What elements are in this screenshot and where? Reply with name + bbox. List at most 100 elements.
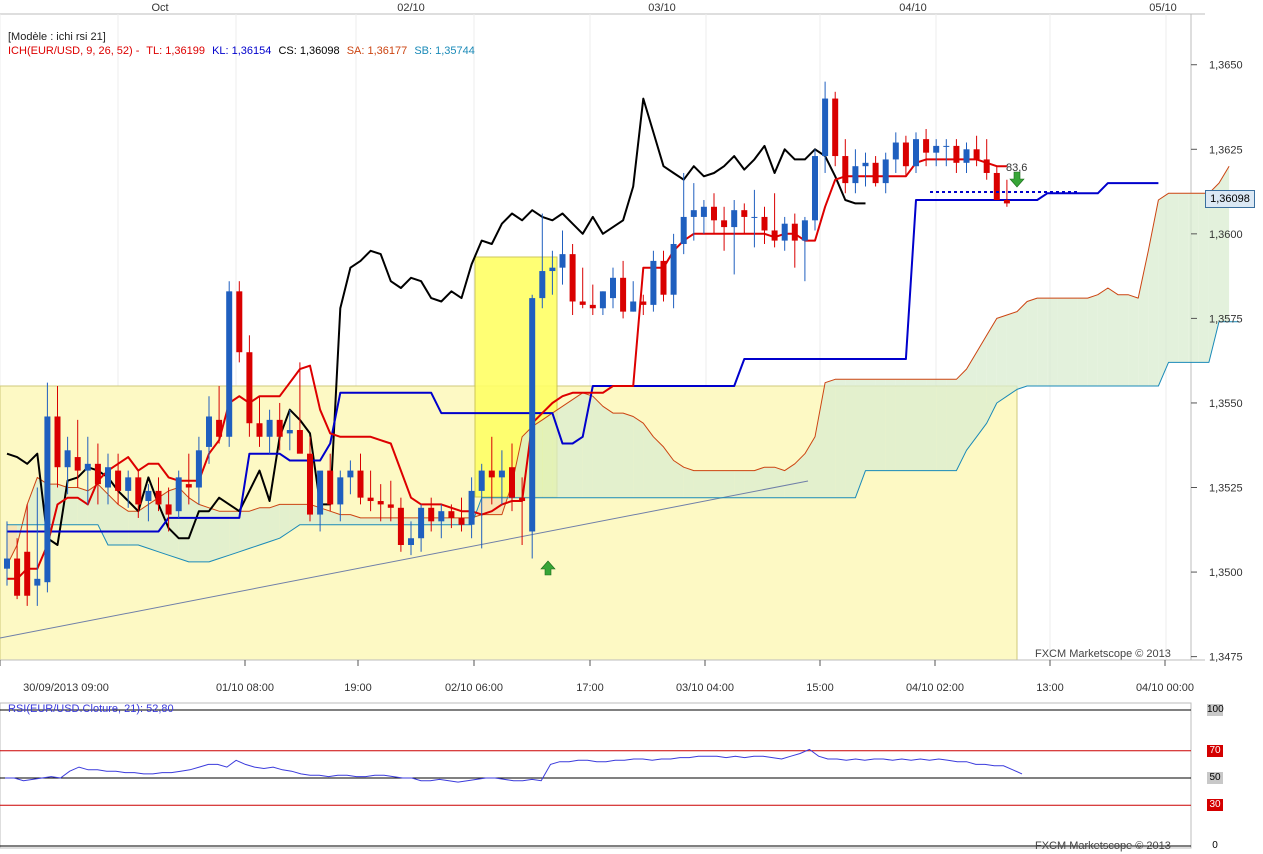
senkou-b-value: SB: 1,35744 <box>414 45 475 57</box>
cloud-segment <box>1168 193 1179 363</box>
time-axis: 30/09/2013 09:00 01/10 08:00 19:00 02/10 06… <box>0 659 1205 694</box>
price-tick-label: 1,3600 <box>1209 229 1243 241</box>
top-axis-label: 03/10 <box>648 2 676 14</box>
watermark-main: FXCM Marketscope © 2013 <box>1035 648 1171 660</box>
cloud-segment <box>774 467 785 498</box>
cloud-segment <box>1087 294 1098 387</box>
candle-body <box>125 477 132 491</box>
cloud-segment <box>623 413 634 498</box>
candle-body <box>822 98 829 157</box>
candle-body <box>791 223 798 241</box>
candle-body <box>832 98 839 157</box>
candle-body <box>539 271 546 299</box>
cloud-segment <box>1097 287 1108 387</box>
tenkan-value: TL: 1,36199 <box>146 45 205 57</box>
candle-body <box>549 267 556 272</box>
cloud-segment <box>259 507 270 546</box>
candle-body <box>953 145 960 163</box>
price-tick-label: 1,3475 <box>1209 652 1243 664</box>
candle-body <box>317 470 324 515</box>
watermark-rsi: FXCM Marketscope © 2013 <box>1035 840 1171 852</box>
candle-body <box>226 291 233 437</box>
candle-body <box>943 145 950 147</box>
candle-body <box>559 254 566 268</box>
candle-body <box>276 419 283 437</box>
candle-body <box>741 210 748 217</box>
cloud-segment <box>744 470 755 498</box>
candle-body <box>933 145 940 153</box>
cloud-segment <box>1047 298 1058 387</box>
cloud-segment <box>188 497 199 562</box>
indicator-name: ICH(EUR/USD, 9, 26, 52) - <box>8 45 140 57</box>
time-tick-label: 30/09/2013 09:00 <box>23 682 109 694</box>
price-tick-label: 1,3525 <box>1209 483 1243 495</box>
candle-body <box>488 470 495 478</box>
rsi-level-label: 100 <box>1207 704 1224 716</box>
price-tick-label: 1,3575 <box>1209 313 1243 325</box>
candle-body <box>448 511 455 518</box>
cloud-segment <box>895 379 906 471</box>
cloud-segment <box>754 467 765 498</box>
chikou-value: CS: 1,36098 <box>278 45 340 57</box>
candle-body <box>327 470 334 505</box>
cloud-segment <box>905 379 916 471</box>
rsi-level-label: 0 <box>1212 840 1218 851</box>
candle-body <box>690 210 697 217</box>
price-tick-label: 1,3650 <box>1209 60 1243 72</box>
candle-body <box>94 463 101 485</box>
candle-body <box>812 156 818 221</box>
candle-body <box>216 419 223 437</box>
candle-body <box>377 501 384 505</box>
price-chart[interactable]: Oct 02/10 03/10 04/10 05/10 1,3650 1,3625 1,36… <box>0 0 1263 854</box>
cloud-segment <box>764 467 775 498</box>
price-tick-label: 1,3500 <box>1209 567 1243 579</box>
candle <box>529 294 536 559</box>
cloud-segment <box>1027 298 1038 387</box>
candle <box>236 281 243 363</box>
candle-body <box>458 517 465 525</box>
cloud-segment <box>380 517 391 525</box>
candle-body <box>1003 200 1010 204</box>
time-tick-label: 04/10 00:00 <box>1136 682 1194 694</box>
cloud-segment <box>714 470 725 498</box>
cloud-segment <box>1208 183 1219 363</box>
cloud-segment <box>875 379 886 471</box>
time-tick-label: 13:00 <box>1036 682 1064 694</box>
cloud-segment <box>724 470 735 498</box>
candle-body <box>680 216 687 244</box>
candle-body <box>387 504 394 508</box>
time-tick-label: 19:00 <box>344 682 372 694</box>
cloud-segment <box>67 487 78 525</box>
cloud-segment <box>1178 193 1189 363</box>
candle <box>812 149 818 231</box>
candle-body <box>307 453 313 515</box>
cloud-segment <box>1128 294 1139 387</box>
candle-body <box>428 507 435 522</box>
cloud-segment <box>1188 193 1199 363</box>
cloud-segment <box>633 416 644 498</box>
kijun-value: KL: 1,36154 <box>212 45 272 57</box>
top-axis-label: 05/10 <box>1149 2 1177 14</box>
candle-body <box>64 450 71 468</box>
candle-body <box>660 260 667 295</box>
cloud-segment <box>946 379 957 471</box>
candle-body <box>913 139 919 167</box>
candle <box>832 91 839 167</box>
price-tick-label: 1,3625 <box>1209 144 1243 156</box>
candle-body <box>286 430 293 434</box>
candle-body <box>630 301 637 312</box>
cloud-segment <box>249 507 260 549</box>
cloud-segment <box>198 504 209 562</box>
time-tick-label: 15:00 <box>806 682 834 694</box>
current-price-badge: 1,36098 <box>1205 190 1255 208</box>
top-axis-label: Oct <box>151 2 168 14</box>
cloud-segment <box>996 315 1007 403</box>
candle-body <box>711 206 717 221</box>
candle-body <box>367 497 374 502</box>
candle-body <box>771 230 778 241</box>
cloud-segment <box>239 511 250 552</box>
rsi-level-label: 70 <box>1207 744 1223 757</box>
cloud-segment <box>835 379 846 498</box>
candle-body <box>599 291 606 309</box>
candle-body <box>105 467 111 488</box>
